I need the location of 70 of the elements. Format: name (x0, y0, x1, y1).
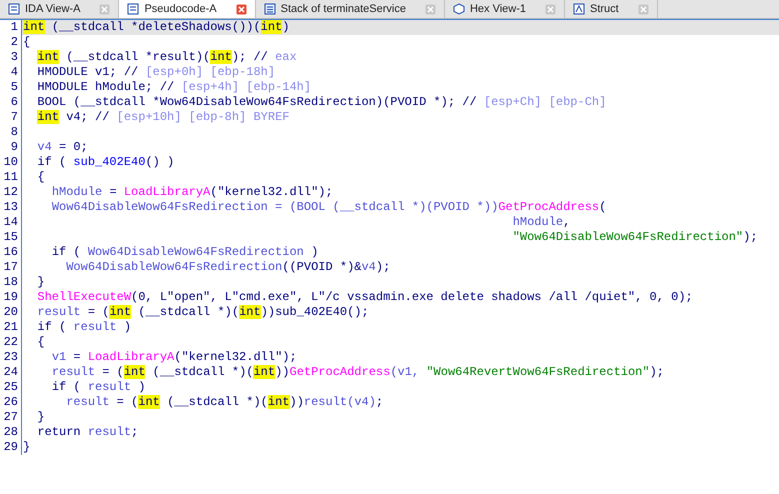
line-number: 16 (0, 245, 22, 260)
code-line: "Wow64DisableWow64FsRedirection"); (512, 230, 759, 245)
line-number: 19 (0, 290, 22, 305)
code-line: int (__stdcall *result)(int); // eax (36, 50, 298, 65)
line-number: 18 (0, 275, 22, 290)
line-number: 9 (0, 140, 22, 155)
line-number: 23 (0, 350, 22, 365)
code-line: BOOL (__stdcall *Wow64DisableWow64FsRedirection)(PVOID *); // [esp+Ch] [ebp-Ch] (36, 95, 608, 110)
document-icon (127, 3, 140, 15)
line-number: 12 (0, 185, 22, 200)
code-line: v4 = 0; (36, 140, 89, 155)
list-icon (264, 3, 276, 15)
line-number: 28 (0, 425, 22, 440)
hexagon-icon (452, 3, 465, 15)
line-number: 11 (0, 170, 22, 185)
line-number: 3 (0, 50, 22, 65)
code-line: hModule, (512, 215, 572, 230)
line-number: 24 (0, 365, 22, 380)
code-line: if ( result ) (50, 380, 146, 395)
line-number: 14 (0, 215, 22, 230)
code-line: result = (int (__stdcall *)(int))sub_402E40(); (36, 305, 370, 320)
close-icon[interactable] (545, 4, 556, 14)
line-number: 7 (0, 110, 22, 125)
code-line: } (36, 275, 46, 290)
code-line: { (22, 35, 32, 50)
line-number: 2 (0, 35, 22, 50)
code-line: Wow64DisableWow64FsRedirection((PVOID *)&v4); (65, 260, 392, 275)
code-line: } (36, 410, 46, 425)
code-line: Wow64DisableWow64FsRedirection = (BOOL (__stdcall *)(PVOID *))GetProcAddress( (50, 200, 608, 215)
code-line: int v4; // [esp+10h] [ebp-8h] BYREF (36, 110, 290, 125)
line-number: 27 (0, 410, 22, 425)
close-icon[interactable] (99, 4, 110, 14)
code-line: { (36, 170, 46, 185)
code-line: return result; (36, 425, 140, 440)
line-number: 22 (0, 335, 22, 350)
close-icon[interactable] (236, 4, 247, 14)
code-line: hModule = LoadLibraryA("kernel32.dll"); (50, 185, 334, 200)
close-icon[interactable] (638, 4, 649, 14)
line-number: 29 (0, 440, 22, 455)
code-line: } (22, 440, 32, 455)
code-line: HMODULE hModule; // [esp+4h] [ebp-14h] (36, 80, 312, 95)
code-line: if ( result ) (36, 320, 132, 335)
tab[interactable]: Pseudocode-A (119, 0, 256, 18)
code-line: ShellExecuteW(0, L"open", L"cmd.exe", L"/c vssadmin.exe delete shadows /all /quiet", 0, 0); (36, 290, 694, 305)
line-number: 21 (0, 320, 22, 335)
line-number: 25 (0, 380, 22, 395)
code-line: if ( sub_402E40() ) (36, 155, 176, 170)
tab[interactable]: Struct (565, 0, 658, 18)
code-line: v1 = LoadLibraryA("kernel32.dll"); (50, 350, 298, 365)
line-number: 26 (0, 395, 22, 410)
line-number: 6 (0, 95, 22, 110)
line-number: 5 (0, 80, 22, 95)
code-line: result = (int (__stdcall *)(int))GetProcAddress(v1, "Wow64RevertWow64FsRedirection"); (50, 365, 665, 380)
line-number: 15 (0, 230, 22, 245)
line-number: 13 (0, 200, 22, 215)
code-line: if ( Wow64DisableWow64FsRedirection ) (50, 245, 320, 260)
code-line: HMODULE v1; // [esp+0h] [ebp-18h] (36, 65, 276, 80)
tab[interactable]: Hex View-1 (444, 0, 565, 18)
struct-icon (573, 3, 585, 15)
tab[interactable]: Stack of terminateService (256, 0, 445, 18)
line-number: 8 (0, 125, 22, 140)
code-line: { (36, 335, 46, 350)
document-icon (8, 3, 20, 15)
line-number: 20 (0, 305, 22, 320)
close-icon[interactable] (424, 4, 436, 14)
line-number: 17 (0, 260, 22, 275)
line-number: 10 (0, 155, 22, 170)
code-line: result = (int (__stdcall *)(int))result(v4); (65, 395, 384, 410)
line-number: 4 (0, 65, 22, 80)
tab[interactable]: IDA View-A (0, 0, 120, 18)
